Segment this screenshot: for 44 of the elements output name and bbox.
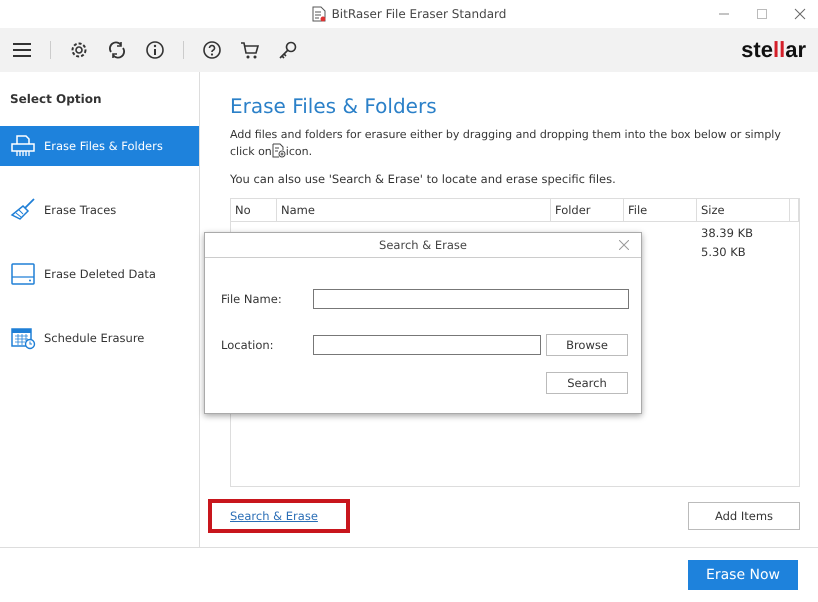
table-cell-text: 5.30 KB [700, 244, 747, 260]
column-header[interactable]: Name [277, 199, 551, 221]
browse-button[interactable]: Browse [546, 334, 628, 356]
sidebar-item[interactable]: Erase Files & Folders [0, 126, 199, 166]
field-label: File Name: [221, 292, 283, 306]
sidebar-item[interactable]: Erase Deleted Data [0, 254, 199, 294]
hint-text: You can also use 'Search & Erase' to locate and erase specific files. [230, 172, 617, 186]
shredder-icon [10, 134, 36, 158]
file-name-field[interactable] [313, 289, 629, 309]
column-header[interactable]: Folder [551, 199, 624, 221]
close-icon[interactable] [619, 240, 629, 250]
intro-text: click on [230, 145, 272, 158]
add-file-icon [272, 143, 286, 158]
column-header[interactable]: No [231, 199, 277, 221]
window-title: BitRaser File Eraser Standard [332, 7, 506, 21]
help-icon[interactable] [202, 40, 222, 60]
calendar-icon [10, 326, 36, 350]
search-erase-link[interactable]: Search & Erase [230, 509, 318, 523]
dialog-title: Search & Erase [379, 238, 467, 252]
key-icon[interactable] [278, 40, 298, 60]
page-title: Erase Files & Folders [230, 94, 438, 118]
close-icon[interactable] [794, 8, 806, 20]
search-button[interactable]: Search [546, 372, 628, 394]
info-icon[interactable] [145, 40, 165, 60]
table-cell-text: 38.39 KB [700, 225, 754, 241]
intro-text-end: icon. [286, 145, 312, 158]
column-header[interactable]: Size [697, 199, 790, 221]
drive-icon [10, 262, 36, 286]
refresh-icon[interactable] [107, 40, 127, 60]
intro-text: Add files and folders for erasure either by dragging and dropping them into the box below or simply [230, 127, 782, 143]
location-field[interactable] [313, 335, 541, 355]
document-icon [312, 6, 326, 22]
sidebar-heading: Select Option [9, 91, 102, 108]
sidebar-item[interactable]: Erase Traces [0, 190, 199, 230]
field-label: Location: [221, 338, 275, 352]
add-items-button[interactable]: Add Items [688, 502, 800, 530]
settings-icon[interactable] [69, 40, 89, 60]
erase-now-button[interactable]: Erase Now [688, 560, 798, 590]
sidebar-item[interactable]: Schedule Erasure [0, 318, 199, 358]
broom-icon [10, 198, 36, 222]
cart-icon[interactable] [240, 40, 260, 60]
column-header[interactable]: File [624, 199, 697, 221]
logo: stellar [741, 37, 806, 63]
menu-icon[interactable] [12, 42, 32, 58]
